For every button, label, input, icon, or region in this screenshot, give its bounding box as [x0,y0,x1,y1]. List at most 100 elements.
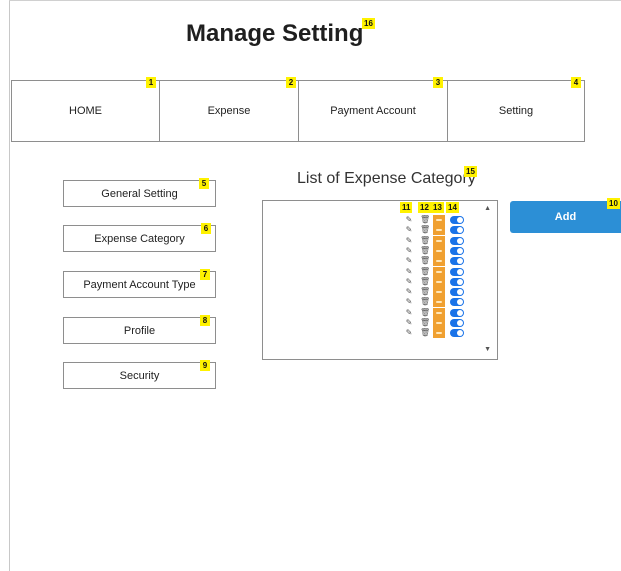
annotation-badge-2: 2 [286,77,296,88]
trash-icon[interactable]: 🗑 [420,287,430,297]
pencil-icon[interactable]: ✎ [404,287,414,297]
toggle-switch[interactable] [450,246,464,255]
pencil-icon[interactable]: ✎ [404,246,414,256]
page-frame-left [9,0,10,571]
list-item: ✎ 🗑 [263,318,499,328]
annotation-badge-11: 11 [400,202,413,213]
trash-icon[interactable]: 🗑 [420,236,430,246]
pencil-icon[interactable]: ✎ [404,308,414,318]
pencil-icon[interactable]: ✎ [404,297,414,307]
toggle-switch[interactable] [450,236,464,245]
list-item: ✎ 🗑 [263,297,499,308]
sidebar-item-profile[interactable]: Profile [63,317,216,344]
annotation-badge-6: 6 [201,223,211,234]
list-item: ✎ 🗑 [263,307,499,318]
pencil-icon[interactable]: ✎ [404,256,414,266]
view-icon[interactable] [433,245,445,256]
trash-icon[interactable]: 🗑 [420,267,430,277]
annotation-badge-16: 16 [362,18,375,29]
toggle-switch[interactable] [450,267,464,276]
trash-icon[interactable]: 🗑 [420,256,430,266]
page-frame-top [9,0,621,1]
toggle-switch[interactable] [450,257,464,266]
tab-setting-label: Setting [498,105,534,117]
add-button-label: Add [554,211,577,223]
add-button[interactable]: Add [510,201,621,233]
scroll-up-icon[interactable]: ▲ [484,205,491,213]
tab-setting[interactable]: Setting [447,80,585,142]
trash-icon[interactable]: 🗑 [420,246,430,256]
view-icon[interactable] [433,256,445,267]
view-icon[interactable] [433,235,445,246]
list-item: ✎ 🗑 [263,235,499,246]
tab-expense-label: Expense [207,105,251,117]
annotation-badge-15: 15 [464,166,477,177]
pencil-icon[interactable]: ✎ [404,277,414,287]
list-item: ✎ 🗑 [263,225,499,236]
annotation-badge-4: 4 [571,77,581,88]
toggle-switch[interactable] [450,216,464,224]
annotation-badge-8: 8 [200,315,210,326]
sidebar-item-label: Payment Account Type [83,278,196,291]
tab-expense[interactable]: Expense [159,80,299,142]
view-icon[interactable] [433,318,445,328]
pencil-icon[interactable]: ✎ [404,225,414,235]
list-item: ✎ 🗑 [263,215,499,225]
pencil-icon[interactable]: ✎ [404,267,414,277]
list-item: ✎ 🗑 [263,266,499,277]
annotation-badge-12: 12 [418,202,431,213]
trash-icon[interactable]: 🗑 [420,277,430,287]
annotation-badge-7: 7 [200,269,210,280]
pencil-icon[interactable]: ✎ [404,318,414,328]
view-icon[interactable] [433,276,445,287]
tab-home[interactable]: HOME [11,80,160,142]
pencil-icon[interactable]: ✎ [404,215,414,225]
toggle-switch[interactable] [450,329,464,338]
view-icon[interactable] [433,307,445,318]
expense-category-list[interactable]: 11 12 13 14 ✎ 🗑 ✎ 🗑 ✎ 🗑 ✎ 🗑 ✎ 🗑 ✎ 🗑 ✎ 🗑 ✎ 🗑 ✎ 🗑 ✎ 🗑 ✎ 🗑 ✎ 🗑 ▲ ▼ [262,200,498,360]
tab-payment-account[interactable]: Payment Account [298,80,448,142]
sidebar-item-label: Expense Category [94,232,185,245]
annotation-badge-3: 3 [433,77,443,88]
trash-icon[interactable]: 🗑 [420,328,430,338]
list-item: ✎ 🗑 [263,276,499,287]
annotation-badge-14: 14 [446,202,459,213]
sidebar-item-label: General Setting [101,187,178,200]
sidebar-item-label: Security [119,369,160,382]
toggle-switch[interactable] [450,298,464,307]
list-item: ✎ 🗑 [263,328,499,339]
trash-icon[interactable]: 🗑 [420,215,430,225]
annotation-badge-10: 10 [607,198,620,209]
view-icon[interactable] [433,287,445,298]
scroll-down-icon[interactable]: ▼ [484,346,491,354]
annotation-badge-5: 5 [199,178,209,189]
trash-icon[interactable]: 🗑 [420,225,430,235]
annotation-badge-1: 1 [146,77,156,88]
sidebar-item-security[interactable]: Security [63,362,216,389]
trash-icon[interactable]: 🗑 [420,308,430,318]
page-title: Manage Setting [186,20,364,47]
toggle-switch[interactable] [450,288,464,297]
toggle-switch[interactable] [450,308,464,317]
view-icon[interactable] [433,266,445,277]
view-icon[interactable] [433,225,445,236]
view-icon[interactable] [433,215,445,225]
pencil-icon[interactable]: ✎ [404,328,414,338]
toggle-switch[interactable] [450,226,464,235]
sidebar-item-payment-account-type[interactable]: Payment Account Type [63,271,216,298]
view-icon[interactable] [433,328,445,339]
sidebar-item-label: Profile [123,324,156,337]
list-item: ✎ 🗑 [263,245,499,256]
trash-icon[interactable]: 🗑 [420,297,430,307]
trash-icon[interactable]: 🗑 [420,318,430,328]
sidebar-item-general-setting[interactable]: General Setting [63,180,216,207]
annotation-badge-9: 9 [200,360,210,371]
toggle-switch[interactable] [450,319,464,327]
view-icon[interactable] [433,297,445,308]
toggle-switch[interactable] [450,277,464,286]
list-item: ✎ 🗑 [263,287,499,298]
tab-home-label: HOME [69,105,102,117]
sidebar-item-expense-category[interactable]: Expense Category [63,225,216,252]
list-item: ✎ 🗑 [263,256,499,267]
pencil-icon[interactable]: ✎ [404,236,414,246]
